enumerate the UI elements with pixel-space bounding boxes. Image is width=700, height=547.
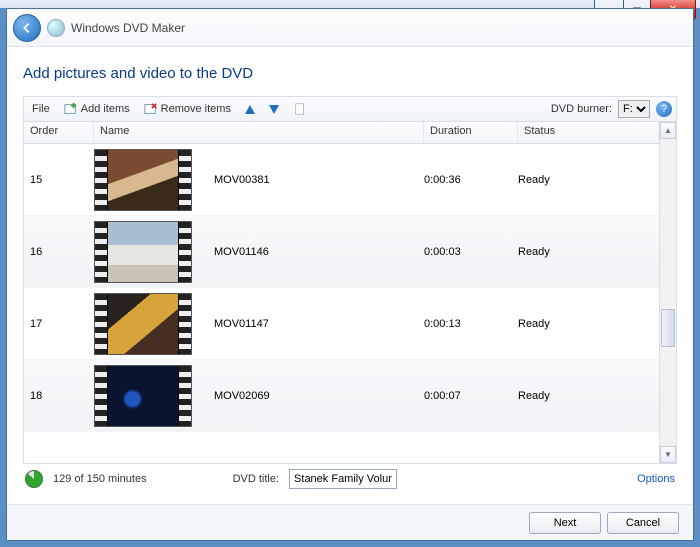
cell-duration: 0:00:03 (424, 246, 518, 258)
item-filename: MOV01147 (214, 318, 269, 330)
next-button[interactable]: Next (529, 512, 601, 534)
scroll-up-button[interactable]: ▲ (660, 122, 676, 139)
cell-status: Ready (518, 246, 659, 258)
scroll-track[interactable] (660, 139, 676, 446)
column-headers: Order Name Duration Status (24, 122, 659, 144)
arrow-up-icon (245, 105, 255, 114)
table-row[interactable]: 16 MOV01146 0:00:03Ready (24, 216, 659, 288)
table-row[interactable]: 17 MOV01147 0:00:13Ready (24, 288, 659, 360)
app-title: Windows DVD Maker (71, 21, 185, 35)
scroll-thumb[interactable] (661, 309, 675, 347)
arrow-down-icon (269, 105, 279, 114)
cell-duration: 0:00:07 (424, 390, 518, 402)
nav-row: Windows DVD Maker (7, 9, 693, 47)
item-list: Order Name Duration Status 15 MOV00381 0:0… (24, 122, 659, 463)
file-menu[interactable]: File (28, 101, 54, 117)
remove-items-button[interactable]: Remove items (140, 100, 235, 118)
cell-order: 17 (24, 318, 94, 330)
app-icon (47, 19, 65, 37)
cell-order: 18 (24, 390, 94, 402)
add-items-button[interactable]: Add items (60, 100, 134, 118)
item-filename: MOV01146 (214, 246, 269, 258)
col-status[interactable]: Status (518, 122, 659, 143)
dvd-title-input[interactable] (289, 469, 397, 489)
toolbar: File Add items Remove items DVD burner: … (23, 96, 677, 122)
col-duration[interactable]: Duration (424, 122, 518, 143)
video-thumbnail (94, 365, 192, 427)
cell-duration: 0:00:36 (424, 174, 518, 186)
col-order[interactable]: Order (24, 122, 94, 143)
col-name[interactable]: Name (94, 122, 424, 143)
properties-button[interactable] (289, 100, 311, 118)
options-link[interactable]: Options (637, 473, 675, 485)
cell-name: MOV01146 (94, 221, 424, 283)
cell-name: MOV02069 (94, 365, 424, 427)
cell-name: MOV00381 (94, 149, 424, 211)
cell-duration: 0:00:13 (424, 318, 518, 330)
help-icon: ? (661, 103, 667, 115)
page-title: Add pictures and video to the DVD (23, 65, 677, 82)
cell-order: 16 (24, 246, 94, 258)
video-thumbnail (94, 293, 192, 355)
disc-usage-icon (25, 470, 43, 488)
item-filename: MOV02069 (214, 390, 270, 402)
cancel-button[interactable]: Cancel (607, 512, 679, 534)
table-row[interactable]: 15 MOV00381 0:00:36Ready (24, 144, 659, 216)
footer-bar: 129 of 150 minutes DVD title: Options (23, 464, 677, 494)
remove-icon (144, 102, 158, 116)
arrow-left-icon (20, 21, 34, 35)
add-icon (64, 102, 78, 116)
cell-status: Ready (518, 174, 659, 186)
cell-status: Ready (518, 390, 659, 402)
page-icon (293, 102, 307, 116)
dvd-title-label: DVD title: (233, 473, 279, 485)
cell-name: MOV01147 (94, 293, 424, 355)
window-titlebar: ─ ▭ ✕ (0, 0, 700, 8)
move-down-button[interactable] (265, 103, 283, 116)
cell-status: Ready (518, 318, 659, 330)
back-button[interactable] (13, 14, 41, 42)
vertical-scrollbar[interactable]: ▲ ▼ (659, 122, 676, 463)
burner-label: DVD burner: (551, 103, 612, 115)
table-row[interactable]: 18 MOV02069 0:00:07Ready (24, 360, 659, 432)
minutes-label: 129 of 150 minutes (53, 473, 147, 485)
video-thumbnail (94, 221, 192, 283)
help-button[interactable]: ? (656, 101, 672, 117)
move-up-button[interactable] (241, 103, 259, 116)
scroll-down-button[interactable]: ▼ (660, 446, 676, 463)
item-filename: MOV00381 (214, 174, 270, 186)
video-thumbnail (94, 149, 192, 211)
cell-order: 15 (24, 174, 94, 186)
dialog-buttons: Next Cancel (7, 504, 693, 540)
window-frame: Windows DVD Maker Add pictures and video… (6, 8, 694, 541)
burner-select[interactable]: F: (618, 100, 650, 118)
